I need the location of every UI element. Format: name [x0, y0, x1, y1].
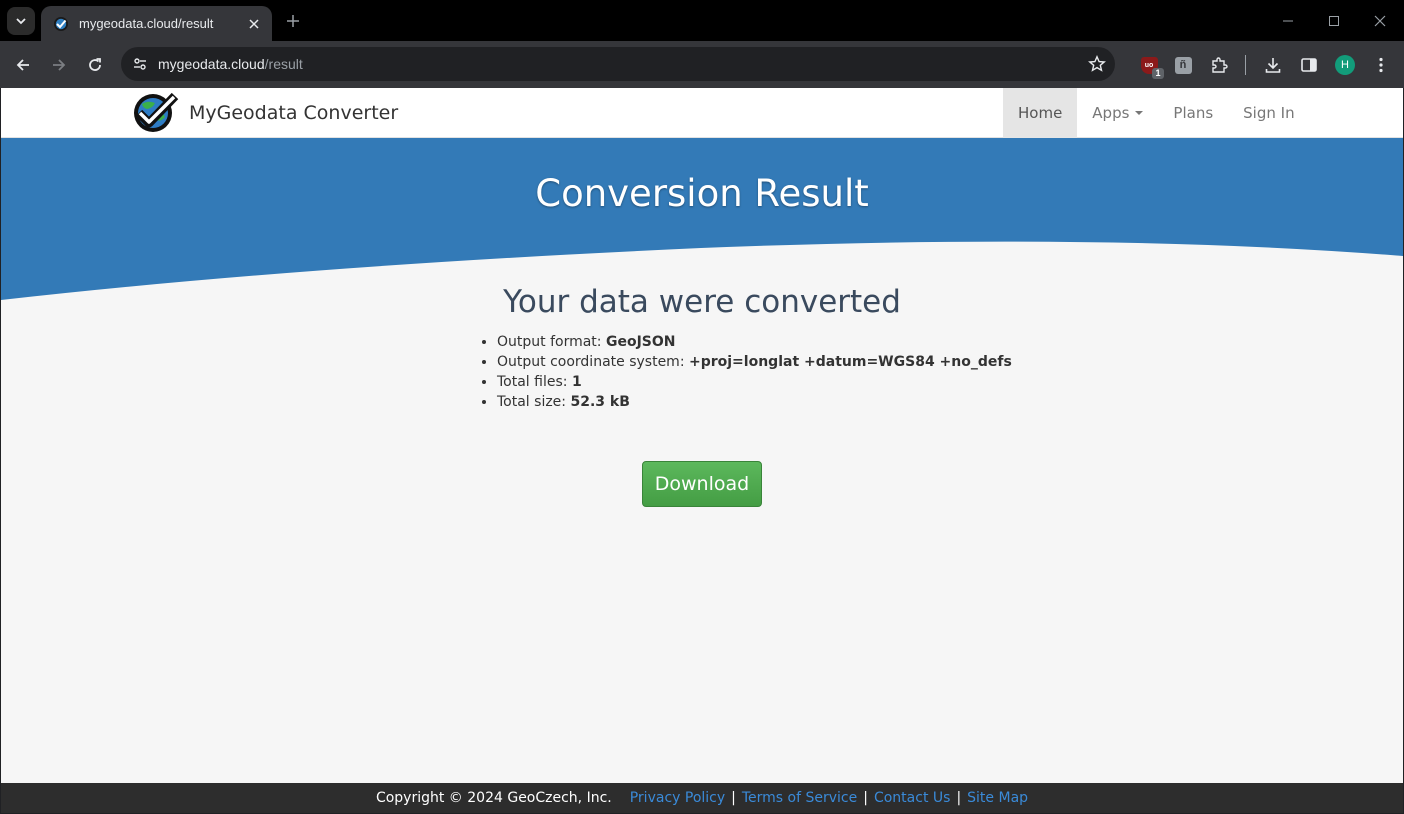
downloads-button[interactable] [1261, 53, 1285, 77]
tab-strip: mygeodata.cloud/result [0, 0, 1404, 41]
nav-item-apps[interactable]: Apps [1077, 88, 1158, 138]
tab-title: mygeodata.cloud/result [79, 16, 214, 31]
site-footer: Copyright © 2024 GeoCzech, Inc. Privacy … [1, 783, 1403, 813]
url-host: mygeodata.cloud [158, 56, 265, 72]
summary-value: 1 [571, 374, 582, 390]
browser-tab[interactable]: mygeodata.cloud/result [41, 6, 272, 41]
ublock-label: uo [1144, 61, 1154, 69]
arrow-left-icon [16, 59, 29, 71]
avatar: H [1335, 55, 1355, 75]
plus-icon [287, 15, 299, 27]
reload-button[interactable] [83, 53, 107, 77]
footer-separator: | [863, 790, 868, 806]
summary-label: Total files: [497, 374, 572, 390]
caret-down-icon [1135, 111, 1144, 115]
contact-us-link[interactable]: Contact Us [874, 790, 950, 806]
brand-link[interactable]: MyGeodata Converter [131, 92, 398, 134]
more-vertical-icon [1379, 57, 1383, 73]
privacy-policy-link[interactable]: Privacy Policy [630, 790, 725, 806]
result-summary-list: Output format: GeoJSON Output coordinate… [497, 332, 1012, 412]
ublock-extension-icon[interactable]: uo 1 [1137, 53, 1164, 79]
favicon-icon [54, 16, 68, 31]
tab-close-icon[interactable] [246, 16, 262, 32]
extensions-puzzle-icon[interactable] [1207, 53, 1231, 77]
footer-separator: | [956, 790, 962, 806]
translate-extension-icon[interactable]: ñ [1171, 53, 1195, 77]
site-navbar: MyGeodata Converter Home Apps Plans Sign… [1, 88, 1403, 138]
nav-item-home[interactable]: Home [1003, 88, 1078, 138]
list-item: Output coordinate system: +proj=longlat … [497, 352, 1012, 372]
footer-separator: | [731, 790, 736, 806]
page-content: MyGeodata Converter Home Apps Plans Sign… [1, 88, 1403, 813]
summary-label: Output coordinate system: [497, 354, 689, 370]
summary-value: 52.3 kB [570, 394, 630, 410]
brand-name: MyGeodata Converter [189, 102, 399, 124]
nav-item-plans[interactable]: Plans [1158, 88, 1228, 138]
nav-item-label: Plans [1173, 104, 1214, 122]
summary-label: Output format: [497, 334, 606, 350]
nav-item-label: Sign In [1243, 104, 1295, 122]
tab-search-button[interactable] [7, 7, 35, 35]
toolbar-separator [1245, 55, 1246, 75]
side-panel-button[interactable] [1297, 53, 1321, 77]
nav-item-label: Home [1018, 104, 1063, 122]
list-item: Total files: 1 [497, 372, 1012, 392]
minimize-icon [1283, 20, 1293, 22]
copyright-text: Copyright © 2024 GeoCzech, Inc. [375, 790, 612, 806]
download-button[interactable]: Download [642, 461, 762, 507]
hero-banner: Conversion Result [1, 138, 1403, 308]
extension-badge: 1 [1152, 67, 1164, 79]
forward-button[interactable] [47, 53, 71, 77]
result-section: Your data were converted Output format: … [1, 284, 1403, 507]
summary-value: GeoJSON [605, 334, 676, 350]
browser-toolbar: mygeodata.cloud/result uo 1 ñ H [0, 41, 1404, 88]
arrow-right-icon [53, 59, 66, 71]
list-item: Output format: GeoJSON [497, 332, 1012, 352]
summary-value: +proj=longlat +datum=WGS84 +no_defs [688, 354, 1012, 370]
close-icon [1374, 15, 1386, 27]
page-title: Conversion Result [535, 172, 869, 215]
nav-item-sign-in[interactable]: Sign In [1228, 88, 1309, 138]
side-panel-icon [1301, 58, 1317, 72]
list-item: Total size: 52.3 kB [497, 392, 1012, 412]
site-map-link[interactable]: Site Map [967, 790, 1028, 806]
maximize-icon [1329, 16, 1339, 26]
new-tab-button[interactable] [283, 11, 303, 31]
minimize-button[interactable] [1277, 10, 1299, 32]
browser-menu-button[interactable] [1369, 53, 1393, 77]
address-bar[interactable]: mygeodata.cloud/result [121, 47, 1115, 81]
reload-icon [89, 58, 101, 71]
profile-button[interactable]: H [1333, 53, 1357, 77]
nav-item-label: Apps [1092, 104, 1130, 122]
close-window-button[interactable] [1369, 10, 1391, 32]
bookmark-star-icon[interactable] [1085, 52, 1109, 76]
main-nav: Home Apps Plans Sign In [1003, 88, 1310, 138]
chevron-down-icon [16, 18, 26, 25]
summary-label: Total size: [497, 394, 571, 410]
terms-of-service-link[interactable]: Terms of Service [742, 790, 857, 806]
site-info-icon[interactable] [129, 53, 151, 75]
translate-extension-label: ñ [1174, 56, 1192, 74]
url-path: /result [264, 56, 303, 72]
url-text[interactable]: mygeodata.cloud/result [158, 56, 1085, 72]
mygeodata-logo-icon [134, 92, 179, 132]
back-button[interactable] [11, 53, 35, 77]
maximize-button[interactable] [1323, 10, 1345, 32]
result-heading: Your data were converted [503, 284, 901, 320]
hero-wave-background [1, 138, 1403, 300]
download-icon [1265, 58, 1281, 73]
